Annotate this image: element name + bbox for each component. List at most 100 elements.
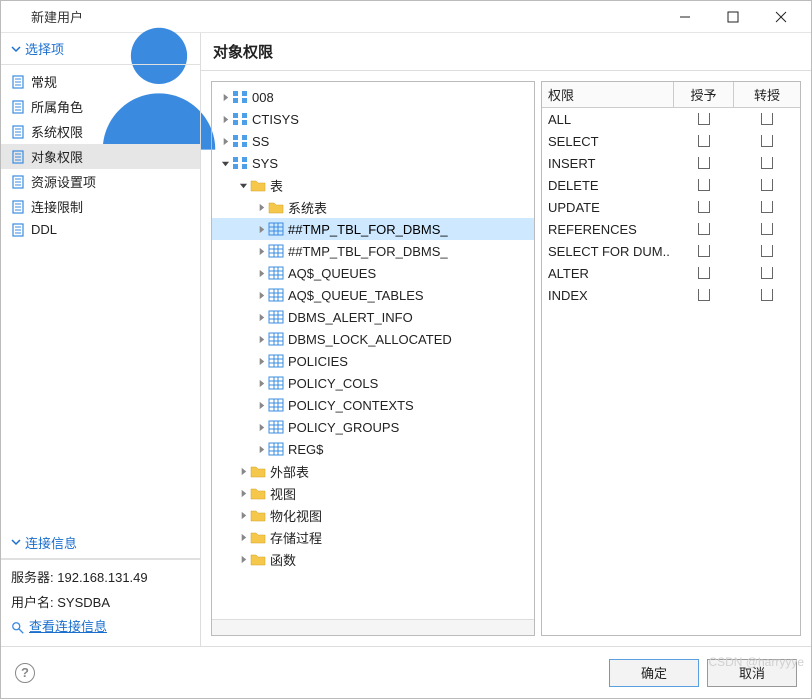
- grant-cell[interactable]: [674, 223, 734, 235]
- cancel-button[interactable]: 取消: [707, 659, 797, 687]
- checkbox-icon[interactable]: [761, 179, 773, 191]
- maximize-button[interactable]: [711, 2, 755, 32]
- checkbox-icon[interactable]: [761, 289, 773, 301]
- help-button[interactable]: ?: [15, 663, 35, 683]
- expand-arrow-icon[interactable]: [254, 423, 268, 432]
- checkbox-icon[interactable]: [761, 201, 773, 213]
- expand-arrow-icon[interactable]: [254, 269, 268, 278]
- transfer-cell[interactable]: [734, 245, 800, 257]
- expand-arrow-icon[interactable]: [218, 93, 232, 102]
- grant-cell[interactable]: [674, 201, 734, 213]
- col-grant[interactable]: 授予: [674, 82, 734, 107]
- transfer-cell[interactable]: [734, 157, 800, 169]
- expand-arrow-icon[interactable]: [218, 115, 232, 124]
- expand-arrow-icon[interactable]: [254, 401, 268, 410]
- expand-arrow-icon[interactable]: [236, 533, 250, 542]
- tree-node[interactable]: AQ$_QUEUE_TABLES: [212, 284, 534, 306]
- transfer-cell[interactable]: [734, 135, 800, 147]
- transfer-cell[interactable]: [734, 289, 800, 301]
- tree-node[interactable]: 存储过程: [212, 526, 534, 548]
- tree-node[interactable]: DBMS_LOCK_ALLOCATED: [212, 328, 534, 350]
- sidebar-item[interactable]: DDL: [1, 219, 200, 240]
- col-transfer[interactable]: 转授: [734, 82, 800, 107]
- checkbox-icon[interactable]: [698, 135, 710, 147]
- col-permission[interactable]: 权限: [542, 82, 674, 107]
- tree-node[interactable]: ##TMP_TBL_FOR_DBMS_: [212, 240, 534, 262]
- tree-node[interactable]: 008: [212, 86, 534, 108]
- checkbox-icon[interactable]: [761, 113, 773, 125]
- expand-arrow-icon[interactable]: [236, 181, 250, 190]
- view-connection-link[interactable]: 查看连接信息: [11, 615, 190, 640]
- tree-node[interactable]: SYS: [212, 152, 534, 174]
- tree-node[interactable]: DBMS_ALERT_INFO: [212, 306, 534, 328]
- grant-cell[interactable]: [674, 157, 734, 169]
- tree-node[interactable]: 外部表: [212, 460, 534, 482]
- expand-arrow-icon[interactable]: [254, 445, 268, 454]
- tree-node[interactable]: POLICY_GROUPS: [212, 416, 534, 438]
- checkbox-icon[interactable]: [698, 113, 710, 125]
- tree-node[interactable]: 函数: [212, 548, 534, 570]
- expand-arrow-icon[interactable]: [254, 313, 268, 322]
- checkbox-icon[interactable]: [761, 245, 773, 257]
- checkbox-icon[interactable]: [698, 267, 710, 279]
- sidebar-item[interactable]: 资源设置项: [1, 169, 200, 194]
- expand-arrow-icon[interactable]: [236, 489, 250, 498]
- grant-cell[interactable]: [674, 289, 734, 301]
- expand-arrow-icon[interactable]: [218, 137, 232, 146]
- minimize-button[interactable]: [663, 2, 707, 32]
- object-tree[interactable]: 008CTISYSSSSYS表系统表##TMP_TBL_FOR_DBMS_##T…: [212, 82, 534, 619]
- tree-node[interactable]: POLICY_COLS: [212, 372, 534, 394]
- horizontal-scrollbar[interactable]: [212, 619, 534, 635]
- expand-arrow-icon[interactable]: [254, 247, 268, 256]
- sidebar-header-conn[interactable]: 连接信息: [1, 527, 200, 559]
- tree-node[interactable]: POLICY_CONTEXTS: [212, 394, 534, 416]
- tree-node[interactable]: REG$: [212, 438, 534, 460]
- tree-node[interactable]: AQ$_QUEUES: [212, 262, 534, 284]
- expand-arrow-icon[interactable]: [254, 225, 268, 234]
- sidebar-item[interactable]: 连接限制: [1, 194, 200, 219]
- tree-node[interactable]: 视图: [212, 482, 534, 504]
- expand-arrow-icon[interactable]: [218, 159, 232, 168]
- tree-node[interactable]: SS: [212, 130, 534, 152]
- expand-arrow-icon[interactable]: [254, 291, 268, 300]
- expand-arrow-icon[interactable]: [254, 379, 268, 388]
- grant-cell[interactable]: [674, 245, 734, 257]
- close-button[interactable]: [759, 2, 803, 32]
- grant-cell[interactable]: [674, 179, 734, 191]
- expand-arrow-icon[interactable]: [236, 467, 250, 476]
- expand-arrow-icon[interactable]: [254, 203, 268, 212]
- sidebar-item[interactable]: 系统权限: [1, 119, 200, 144]
- transfer-cell[interactable]: [734, 201, 800, 213]
- grant-cell[interactable]: [674, 113, 734, 125]
- checkbox-icon[interactable]: [698, 157, 710, 169]
- transfer-cell[interactable]: [734, 179, 800, 191]
- ok-button[interactable]: 确定: [609, 659, 699, 687]
- transfer-cell[interactable]: [734, 267, 800, 279]
- checkbox-icon[interactable]: [698, 223, 710, 235]
- expand-arrow-icon[interactable]: [236, 511, 250, 520]
- checkbox-icon[interactable]: [698, 245, 710, 257]
- tree-node[interactable]: 物化视图: [212, 504, 534, 526]
- checkbox-icon[interactable]: [698, 289, 710, 301]
- tree-node[interactable]: CTISYS: [212, 108, 534, 130]
- sidebar-item[interactable]: 对象权限: [1, 144, 200, 169]
- grant-cell[interactable]: [674, 267, 734, 279]
- checkbox-icon[interactable]: [761, 223, 773, 235]
- expand-arrow-icon[interactable]: [254, 335, 268, 344]
- sidebar-header-options[interactable]: 选择项: [1, 33, 200, 65]
- transfer-cell[interactable]: [734, 113, 800, 125]
- checkbox-icon[interactable]: [698, 179, 710, 191]
- expand-arrow-icon[interactable]: [254, 357, 268, 366]
- grant-cell[interactable]: [674, 135, 734, 147]
- expand-arrow-icon[interactable]: [236, 555, 250, 564]
- checkbox-icon[interactable]: [761, 267, 773, 279]
- tree-node[interactable]: 表: [212, 174, 534, 196]
- sidebar-item[interactable]: 所属角色: [1, 94, 200, 119]
- sidebar-item[interactable]: 常规: [1, 69, 200, 94]
- checkbox-icon[interactable]: [698, 201, 710, 213]
- tree-node[interactable]: 系统表: [212, 196, 534, 218]
- checkbox-icon[interactable]: [761, 157, 773, 169]
- transfer-cell[interactable]: [734, 223, 800, 235]
- checkbox-icon[interactable]: [761, 135, 773, 147]
- tree-node[interactable]: POLICIES: [212, 350, 534, 372]
